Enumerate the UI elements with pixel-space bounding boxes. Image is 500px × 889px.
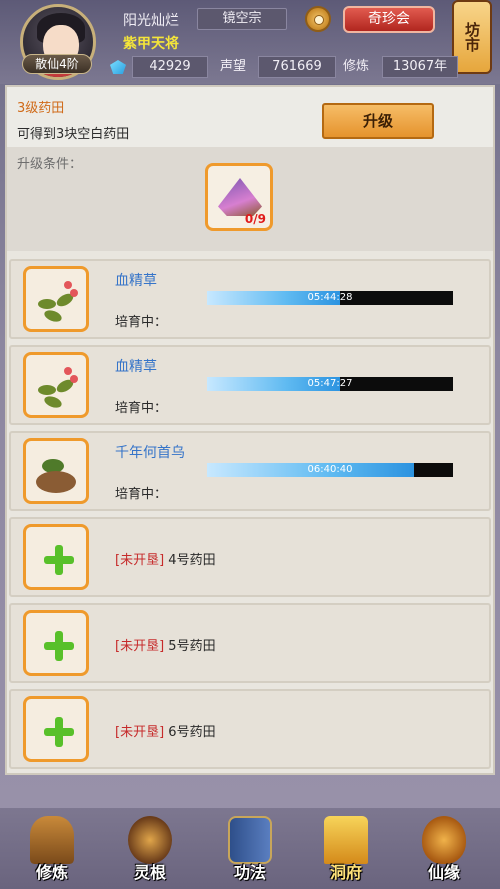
sect-name: 镜空宗 xyxy=(197,8,287,30)
herb-leaf xyxy=(42,394,64,410)
plot-name: 4号药田 xyxy=(168,553,216,568)
gem-count: 42929 xyxy=(132,56,208,78)
nav-techniques[interactable]: 功法 xyxy=(210,808,290,889)
herb-name: 千年何首乌 xyxy=(115,445,185,461)
market-button[interactable]: 坊市 xyxy=(452,0,492,74)
nav-label: 修炼 xyxy=(35,863,68,882)
herb-slot[interactable] xyxy=(23,266,89,332)
reputation-value: 761669 xyxy=(258,56,336,78)
locked-plot-label: [未开垦] 5号药田 xyxy=(115,635,216,654)
add-plot-slot[interactable] xyxy=(23,524,89,590)
pavilion-icon xyxy=(324,816,368,864)
book-icon xyxy=(228,816,272,864)
locked-plot-label: [未开垦] 4号药田 xyxy=(115,549,216,568)
nav-spirit-root[interactable]: 灵根 xyxy=(110,808,190,889)
nav-label: 灵根 xyxy=(133,863,166,882)
conditions-label: 升级条件： xyxy=(17,157,83,172)
gem-icon xyxy=(110,60,126,74)
herb-status: 培育中： xyxy=(115,487,168,502)
header-bar: 散仙4阶 阳光灿烂 紫甲天将 镜空宗 奇珍会 坊市 42929 声望 76166… xyxy=(0,0,500,84)
herb-status: 培育中： xyxy=(115,315,168,330)
plot-row-2[interactable]: 血精草 培育中： 05:47:27 xyxy=(9,345,491,425)
herb-leaf xyxy=(38,385,56,395)
plus-icon xyxy=(44,631,74,661)
plot-name: 5号药田 xyxy=(168,639,216,654)
cultivation-label: 修炼 xyxy=(343,59,370,74)
growth-progress-bar: 06:40:40 xyxy=(207,463,453,477)
treasure-market-button[interactable]: 奇珍会 xyxy=(343,6,435,33)
herb-flower xyxy=(64,367,72,375)
locked-plot-row-4[interactable]: [未开垦] 4号药田 xyxy=(9,517,491,597)
gear-icon[interactable] xyxy=(305,6,331,32)
add-plot-slot[interactable] xyxy=(23,696,89,762)
gourd-icon xyxy=(422,816,466,864)
spirit-root-icon xyxy=(128,816,172,864)
herb-name: 血精草 xyxy=(115,273,157,289)
growth-timer: 06:40:40 xyxy=(307,464,353,475)
locked-tag: [未开垦] xyxy=(115,553,165,568)
growth-progress-bar: 05:44:28 xyxy=(207,291,453,305)
herb-leaf xyxy=(38,299,56,309)
add-plot-slot[interactable] xyxy=(23,610,89,676)
rank-badge: 散仙4阶 xyxy=(22,54,92,74)
plot-row-1[interactable]: 血精草 培育中： 05:44:28 xyxy=(9,259,491,339)
locked-plot-row-6[interactable]: [未开垦] 6号药田 xyxy=(9,689,491,769)
upgrade-section: 3级药田 可得到3块空白药田 升级 升级条件： 0/9 xyxy=(7,87,493,251)
monk-icon xyxy=(30,816,74,864)
herb-leaf xyxy=(42,308,64,324)
bottom-nav: 修炼 灵根 功法 洞府 仙缘 xyxy=(0,808,500,889)
herb-name: 血精草 xyxy=(115,359,157,375)
locked-tag: [未开垦] xyxy=(115,725,165,740)
upgrade-conditions: 升级条件： 0/9 xyxy=(7,147,493,251)
plot-row-3[interactable]: 千年何首乌 培育中： 06:40:40 xyxy=(9,431,491,511)
herb-status: 培育中： xyxy=(115,401,168,416)
plus-icon xyxy=(44,545,74,575)
material-icon xyxy=(218,178,262,216)
nav-cultivate[interactable]: 修炼 xyxy=(12,808,92,889)
growth-timer: 05:47:27 xyxy=(307,378,353,389)
nav-destiny[interactable]: 仙缘 xyxy=(404,808,484,889)
locked-plot-label: [未开垦] 6号药田 xyxy=(115,721,216,740)
locked-tag: [未开垦] xyxy=(115,639,165,654)
nav-label: 洞府 xyxy=(329,863,362,882)
material-count: 0/9 xyxy=(244,212,266,226)
growth-progress-bar: 05:47:27 xyxy=(207,377,453,391)
herb-root xyxy=(36,471,76,493)
herb-flower xyxy=(70,375,78,383)
plus-icon xyxy=(44,717,74,747)
field-level: 3级药田 xyxy=(17,101,65,116)
nav-label: 仙缘 xyxy=(427,863,460,882)
player-title: 紫甲天将 xyxy=(123,36,179,52)
herb-slot[interactable] xyxy=(23,352,89,418)
herb-slot[interactable] xyxy=(23,438,89,504)
field-description: 可得到3块空白药田 xyxy=(17,127,130,142)
upgrade-button[interactable]: 升级 xyxy=(322,103,434,139)
material-slot[interactable]: 0/9 xyxy=(205,163,273,231)
herb-field-panel: 3级药田 可得到3块空白药田 升级 升级条件： 0/9 血精草 培育中： 05:… xyxy=(5,85,495,775)
player-name: 阳光灿烂 xyxy=(123,13,179,29)
herb-flower xyxy=(70,289,78,297)
reputation-label: 声望 xyxy=(220,59,247,74)
nav-label: 功法 xyxy=(233,863,266,882)
nav-cave-residence[interactable]: 洞府 xyxy=(306,808,386,889)
plot-name: 6号药田 xyxy=(168,725,216,740)
growth-timer: 05:44:28 xyxy=(307,292,353,303)
herb-flower xyxy=(64,281,72,289)
locked-plot-row-5[interactable]: [未开垦] 5号药田 xyxy=(9,603,491,683)
cultivation-value: 13067年 xyxy=(382,56,458,78)
